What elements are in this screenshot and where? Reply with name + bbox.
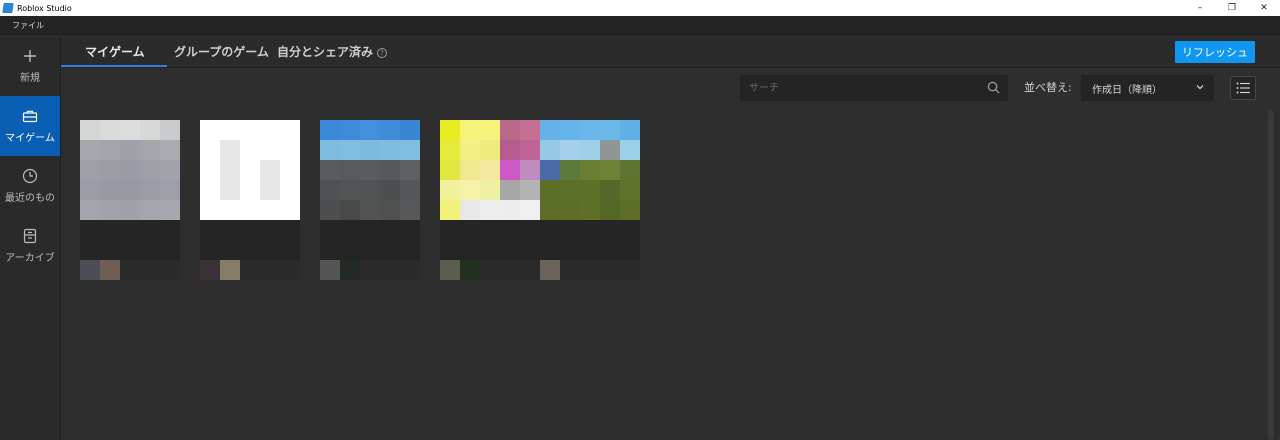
sidebar-item-archive[interactable]: アーカイブ xyxy=(0,216,60,276)
game-meta xyxy=(540,260,640,280)
game-title[interactable] xyxy=(440,220,540,260)
game-meta xyxy=(440,260,540,280)
game-card[interactable] xyxy=(440,120,540,280)
avatar xyxy=(80,260,100,280)
avatar xyxy=(540,260,560,280)
game-thumbnail[interactable] xyxy=(540,120,640,220)
game-card[interactable] xyxy=(200,120,300,280)
avatar xyxy=(340,260,360,280)
game-thumbnail[interactable] xyxy=(80,120,180,220)
sidebar-item-my-games[interactable]: マイゲーム xyxy=(0,96,60,156)
game-title[interactable] xyxy=(540,220,640,260)
scrollbar-thumb[interactable] xyxy=(1268,110,1274,440)
clock-icon xyxy=(22,168,38,184)
sidebar-item-label: アーカイブ xyxy=(5,253,55,264)
sort-label: 並べ替え: xyxy=(1024,81,1072,94)
game-thumbnail[interactable] xyxy=(440,120,540,220)
window-title: Roblox Studio xyxy=(17,3,72,13)
avatar xyxy=(440,260,460,280)
game-meta xyxy=(320,260,420,280)
tab-shared-with-me[interactable]: 自分とシェア済み? xyxy=(277,36,388,68)
game-meta xyxy=(200,260,300,280)
tab-group-games[interactable]: グループのゲーム xyxy=(174,36,269,68)
game-card[interactable] xyxy=(320,120,420,280)
game-thumbnail[interactable] xyxy=(200,120,300,220)
tab-label: グループのゲーム xyxy=(174,45,269,59)
sidebar-item-label: 最近のもの xyxy=(5,193,55,204)
chevron-down-icon xyxy=(1196,85,1204,90)
roblox-studio-logo-icon xyxy=(2,3,14,13)
vertical-scrollbar[interactable] xyxy=(1268,110,1276,440)
avatar xyxy=(460,260,480,280)
search-icon[interactable] xyxy=(987,81,1000,94)
search-box xyxy=(740,75,1008,101)
minimize-button[interactable]: – xyxy=(1184,0,1216,16)
game-thumbnail[interactable] xyxy=(320,120,420,220)
avatar xyxy=(200,260,220,280)
menu-file[interactable]: ファイル xyxy=(12,20,44,31)
close-button[interactable]: ✕ xyxy=(1248,0,1280,16)
tab-bar: マイゲーム グループのゲーム 自分とシェア済み? xyxy=(61,36,1280,68)
tab-my-games[interactable]: マイゲーム xyxy=(85,36,145,68)
game-card[interactable] xyxy=(540,120,640,280)
plus-icon xyxy=(22,48,38,64)
sort-dropdown[interactable]: 作成日（降順） xyxy=(1081,75,1214,101)
game-meta xyxy=(80,260,180,280)
refresh-button[interactable]: リフレッシュ xyxy=(1175,41,1255,63)
sidebar-item-label: 新規 xyxy=(20,73,40,84)
game-card[interactable] xyxy=(80,120,180,280)
sidebar-item-label: マイゲーム xyxy=(5,133,55,144)
active-tab-indicator xyxy=(61,65,167,67)
title-bar: Roblox Studio – ❐ ✕ xyxy=(0,0,1280,16)
sidebar-item-new[interactable]: 新規 xyxy=(0,36,60,96)
avatar xyxy=(220,260,240,280)
avatar xyxy=(560,260,580,280)
restore-button[interactable]: ❐ xyxy=(1216,0,1248,16)
avatar xyxy=(320,260,340,280)
archive-icon xyxy=(22,228,38,244)
list-view-toggle-button[interactable] xyxy=(1230,76,1256,100)
sort-selected-value: 作成日（降順） xyxy=(1092,84,1162,96)
search-input[interactable] xyxy=(749,82,979,94)
sidebar-item-recent[interactable]: 最近のもの xyxy=(0,156,60,216)
game-title[interactable] xyxy=(320,220,420,260)
briefcase-icon xyxy=(22,108,38,124)
list-icon xyxy=(1236,82,1250,94)
tab-label: 自分とシェア済み xyxy=(277,45,374,59)
avatar xyxy=(100,260,120,280)
help-icon[interactable]: ? xyxy=(377,47,388,58)
tab-label: マイゲーム xyxy=(85,45,145,59)
game-title[interactable] xyxy=(200,220,300,260)
menu-bar: ファイル xyxy=(0,16,1280,35)
window-controls: – ❐ ✕ xyxy=(1184,0,1280,16)
game-title[interactable] xyxy=(80,220,180,260)
sidebar: 新規 マイゲーム 最近のもの アーカイブ xyxy=(0,36,61,440)
